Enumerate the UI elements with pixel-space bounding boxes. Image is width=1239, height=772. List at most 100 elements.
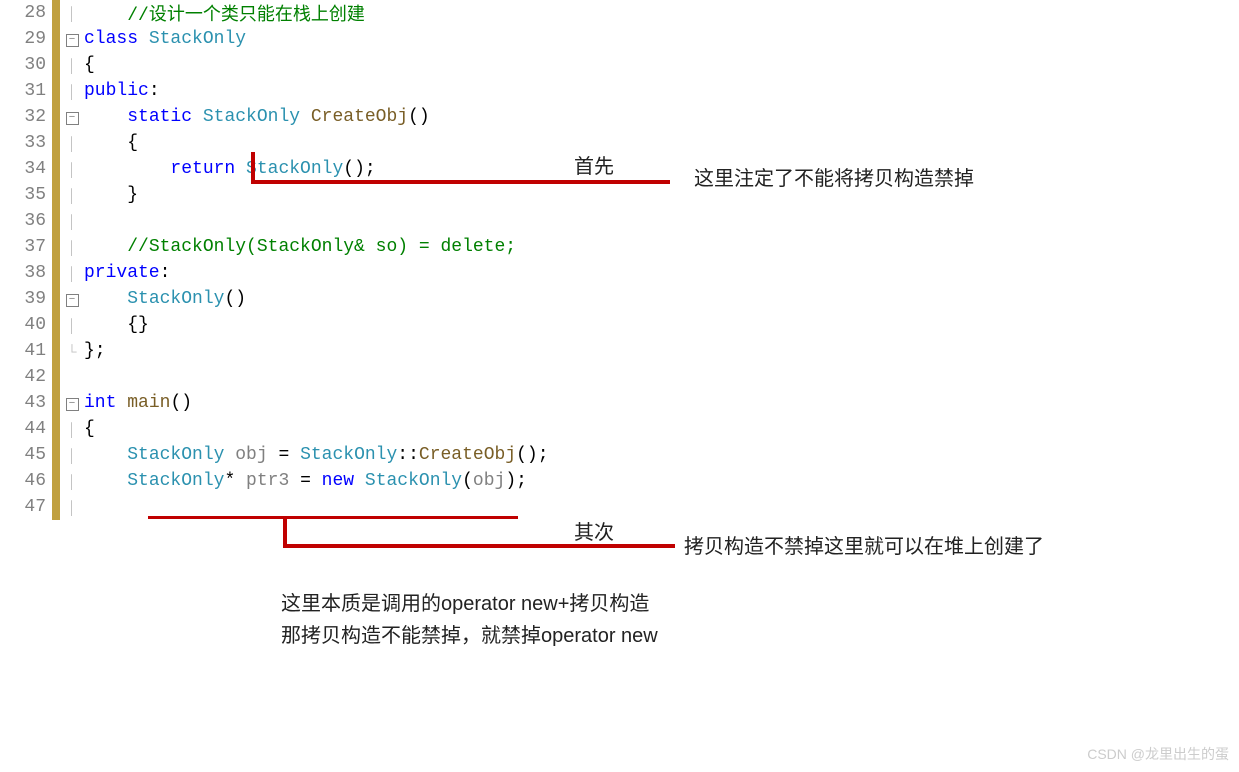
code-content: StackOnly obj = StackOnly::CreateObj(); [84, 445, 549, 465]
change-bar [52, 364, 60, 390]
code-content: }; [84, 341, 106, 361]
token: { [84, 133, 138, 153]
bottom-line-2: 那拷贝构造不能禁掉，就禁掉operator new [281, 620, 658, 652]
fold-line-icon: │ [68, 136, 76, 151]
token: = [268, 445, 300, 465]
fold-line-icon: │ [68, 474, 76, 489]
token: {} [84, 315, 149, 335]
token [300, 107, 311, 127]
fold-gutter[interactable]: − [60, 395, 84, 410]
line-number: 32 [0, 107, 52, 127]
change-bar [52, 182, 60, 208]
code-line-35: 35│ } [0, 182, 549, 208]
token: StackOnly [300, 445, 397, 465]
token: StackOnly [127, 471, 224, 491]
token [84, 445, 127, 465]
token: StackOnly [149, 29, 246, 49]
fold-end-icon: └ [67, 344, 76, 359]
fold-gutter: │ [60, 162, 84, 177]
token [138, 29, 149, 49]
fold-minus-icon[interactable]: − [66, 112, 79, 125]
code-line-39: 39− StackOnly() [0, 286, 549, 312]
fold-gutter: │ [60, 84, 84, 99]
code-line-32: 32 − static StackOnly CreateObj() [0, 104, 549, 130]
change-bar [52, 52, 60, 78]
change-bar [52, 416, 60, 442]
fold-gutter[interactable]: − [60, 109, 84, 124]
code-content: { [84, 419, 95, 439]
code-line-42: 42 [0, 364, 549, 390]
line-number: 31 [0, 81, 52, 101]
fold-gutter: │ [60, 448, 84, 463]
fold-gutter[interactable]: − [60, 291, 84, 306]
line-number: 40 [0, 315, 52, 335]
code-line-46: 46 │ StackOnly* ptr3 = new StackOnly(obj)… [0, 468, 549, 494]
token: return [170, 159, 235, 179]
code-line-31: 31 │public: [0, 78, 549, 104]
fold-line-icon: │ [68, 422, 76, 437]
fold-minus-icon[interactable]: − [66, 398, 79, 411]
token: ); [505, 471, 527, 491]
code-content: class StackOnly [84, 29, 246, 49]
token: StackOnly [365, 471, 462, 491]
token: StackOnly [127, 445, 224, 465]
fold-gutter: │ [60, 6, 84, 21]
code-line-44: 44 │ { [0, 416, 549, 442]
annotation-2-label: 其次 [574, 516, 614, 545]
code-line-37: 37│ //StackOnly(StackOnly& so) = delete; [0, 234, 549, 260]
token: CreateObj [419, 445, 516, 465]
line-number: 37 [0, 237, 52, 257]
change-bar [52, 26, 60, 52]
code-line-40: 40 │ {} [0, 312, 549, 338]
code-editor: 28│ //设计一个类只能在栈上创建29−class StackOnly30│{… [0, 0, 549, 520]
code-line-30: 30│{ [0, 52, 549, 78]
line-number: 46 [0, 471, 52, 491]
token: obj [235, 445, 267, 465]
token [224, 445, 235, 465]
line-number: 42 [0, 367, 52, 387]
token [84, 107, 127, 127]
code-line-28: 28│ //设计一个类只能在栈上创建 [0, 0, 549, 26]
fold-line-icon: │ [68, 240, 76, 255]
token: :: [397, 445, 419, 465]
code-content: StackOnly* ptr3 = new StackOnly(obj); [84, 471, 527, 491]
change-bar [52, 494, 60, 520]
annotation-1-text: 这里注定了不能将拷贝构造禁掉 [694, 162, 974, 191]
fold-gutter: │ [60, 318, 84, 333]
token: int [84, 393, 116, 413]
fold-minus-icon[interactable]: − [66, 34, 79, 47]
token: (); [516, 445, 548, 465]
code-content: public: [84, 81, 160, 101]
line-number: 43 [0, 393, 52, 413]
code-content: {} [84, 315, 149, 335]
line-number: 44 [0, 419, 52, 439]
fold-line-icon: │ [68, 448, 76, 463]
line-number: 30 [0, 55, 52, 75]
fold-gutter[interactable]: − [60, 31, 84, 46]
code-line-36: 36│ [0, 208, 549, 234]
fold-line-icon: │ [68, 58, 76, 73]
fold-minus-icon[interactable]: − [66, 294, 79, 307]
token [84, 289, 127, 309]
line-number: 41 [0, 341, 52, 361]
line-number: 38 [0, 263, 52, 283]
fold-line-icon: │ [68, 214, 76, 229]
token: : [149, 81, 160, 101]
fold-gutter: │ [60, 214, 84, 229]
token [84, 471, 127, 491]
token: } [84, 185, 138, 205]
annotation-2-text: 拷贝构造不禁掉这里就可以在堆上创建了 [684, 530, 1044, 559]
line-number: 39 [0, 289, 52, 309]
token: private [84, 263, 160, 283]
change-bar [52, 156, 60, 182]
change-bar [52, 390, 60, 416]
fold-line-icon: │ [68, 500, 76, 515]
fold-gutter: │ [60, 188, 84, 203]
code-line-38: 38│private: [0, 260, 549, 286]
token: : [160, 263, 171, 283]
change-bar [52, 0, 60, 26]
code-line-41: 41 └}; [0, 338, 549, 364]
change-bar [52, 78, 60, 104]
code-line-45: 45│ StackOnly obj = StackOnly::CreateObj… [0, 442, 549, 468]
code-content: static StackOnly CreateObj() [84, 107, 430, 127]
